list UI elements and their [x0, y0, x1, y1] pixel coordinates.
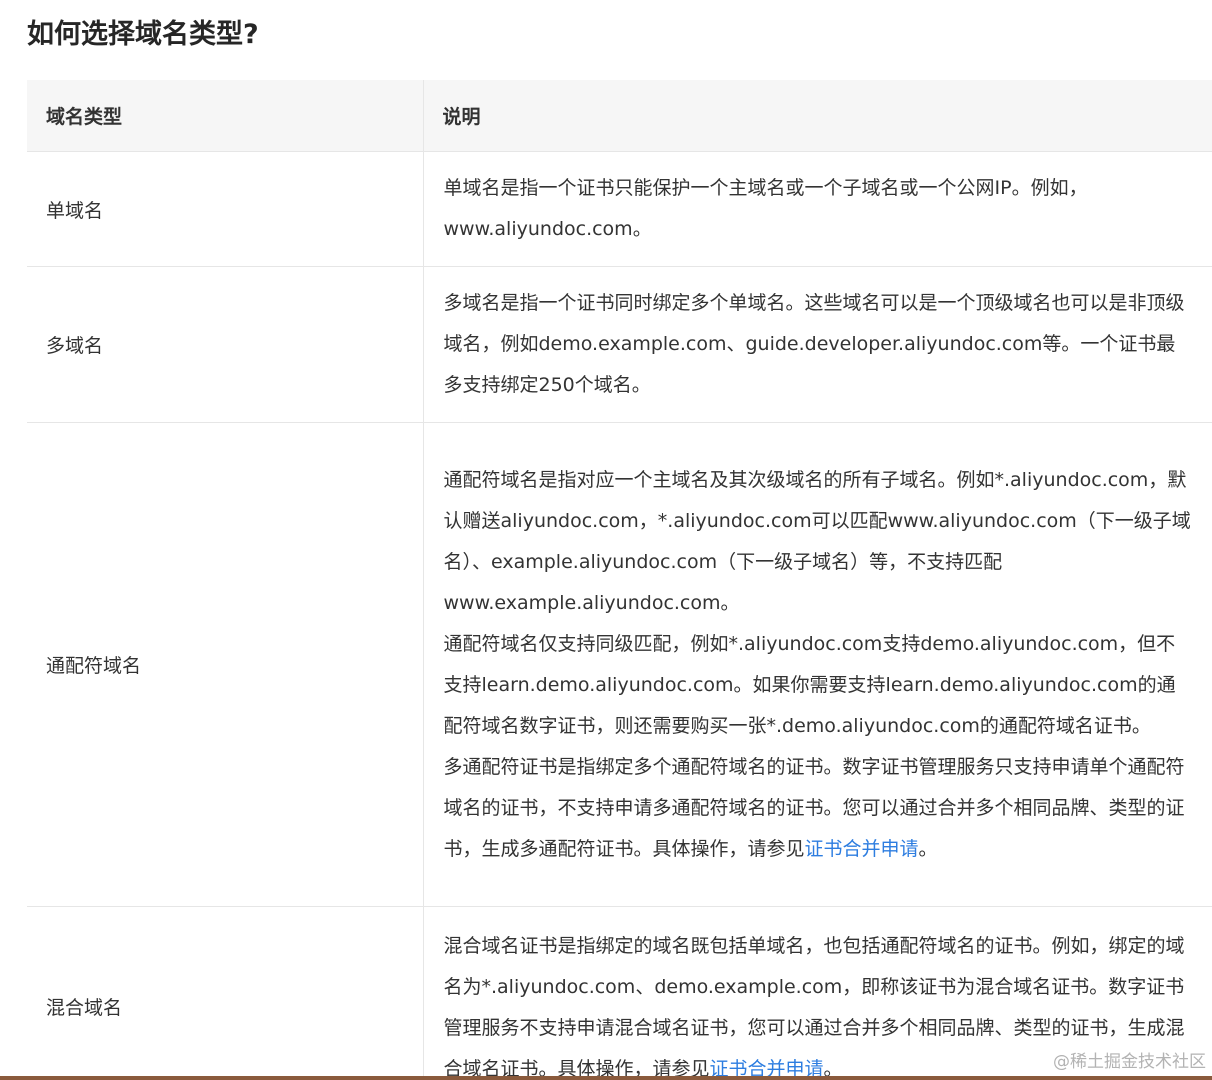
description-paragraph: 多通配符证书是指绑定多个通配符域名的证书。数字证书管理服务只支持申请单个通配符域… [444, 747, 1193, 870]
row-description: 多域名是指一个证书同时绑定多个单域名。这些域名可以是一个顶级域名也可以是非顶级域… [423, 266, 1212, 423]
table-header-row: 域名类型 说明 [27, 80, 1212, 152]
row-description: 单域名是指一个证书只能保护一个主域名或一个子域名或一个公网IP。例如，www.a… [423, 151, 1212, 267]
description-paragraph: 通配符域名是指对应一个主域名及其次级域名的所有子域名。例如*.aliyundoc… [443, 468, 1191, 614]
table-row: 多域名 多域名是指一个证书同时绑定多个单域名。这些域名可以是一个顶级域名也可以是… [27, 266, 1212, 423]
bottom-edge-bar [0, 1076, 1212, 1080]
description-paragraph: 单域名是指一个证书只能保护一个主域名或一个子域名或一个公网IP。例如，www.a… [443, 177, 1088, 240]
domain-type-table: 域名类型 说明 单域名 单域名是指一个证书只能保护一个主域名或一个子域名或一个公… [27, 80, 1212, 1080]
row-description: 通配符域名是指对应一个主域名及其次级域名的所有子域名。例如*.aliyundoc… [423, 422, 1212, 907]
description-paragraph: 多域名是指一个证书同时绑定多个单域名。这些域名可以是一个顶级域名也可以是非顶级域… [443, 292, 1185, 396]
column-header-description: 说明 [423, 80, 1212, 152]
page: 如何选择域名类型? 域名类型 说明 单域名 单域名是指一个证书只能保护一个主域名… [0, 0, 1212, 1080]
cert-merge-link[interactable]: 证书合并申请 [805, 838, 919, 860]
watermark: @稀土掘金技术社区 [1053, 1052, 1206, 1072]
row-type-multi: 多域名 [27, 266, 424, 423]
table-row: 混合域名 混合域名证书是指绑定的域名既包括单域名，也包括通配符域名的证书。例如，… [27, 906, 1212, 1080]
table-row: 单域名 单域名是指一个证书只能保护一个主域名或一个子域名或一个公网IP。例如，w… [27, 151, 1212, 267]
row-type-wildcard: 通配符域名 [27, 422, 424, 907]
row-type-single: 单域名 [27, 151, 424, 267]
row-type-hybrid: 混合域名 [27, 906, 424, 1080]
table-row: 通配符域名 通配符域名是指对应一个主域名及其次级域名的所有子域名。例如*.ali… [27, 422, 1212, 907]
paragraph-suffix: 。 [918, 837, 938, 860]
description-paragraph: 通配符域名仅支持同级匹配，例如*.aliyundoc.com支持demo.ali… [443, 632, 1176, 737]
page-title: 如何选择域名类型? [27, 19, 259, 50]
column-header-type: 域名类型 [27, 80, 424, 152]
